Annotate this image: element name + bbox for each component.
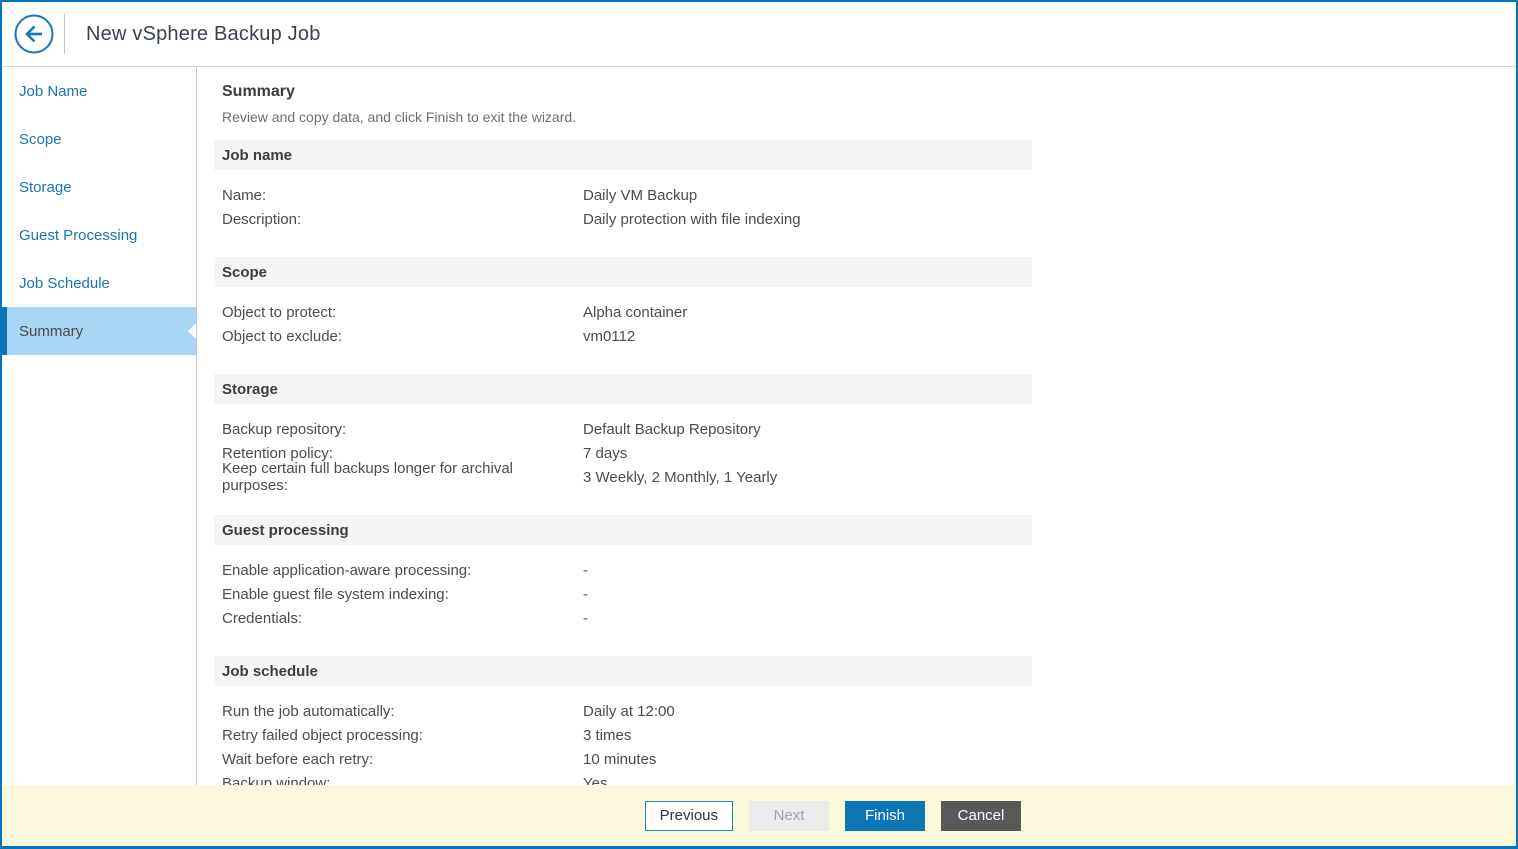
row-value: Daily protection with file indexing [583, 210, 801, 228]
summary-sections: Job name Name: Daily VM Backup Descripti… [214, 140, 1516, 785]
section-header-label: Storage [222, 380, 278, 398]
row-label: Enable application-aware processing: [222, 561, 472, 579]
sidebar-item-label: Scope [19, 130, 62, 148]
section-header-label: Job name [222, 146, 293, 164]
row-value: Daily at 12:00 [583, 702, 675, 720]
section-header-label: Job schedule [222, 662, 318, 680]
row-label: Credentials: [222, 609, 303, 627]
sidebar-item-scope[interactable]: Scope [2, 115, 196, 163]
section-rows: Enable application-aware processing: - E… [214, 545, 1032, 643]
section-rows: Run the job automatically: Daily at 12:0… [214, 686, 1032, 786]
next-button: Next [749, 800, 829, 831]
summary-row: Enable guest file system indexing: - [222, 582, 1032, 606]
section-rows: Backup repository: Default Backup Reposi… [214, 404, 1032, 502]
section-job-schedule: Job schedule Run the job automatically: … [214, 656, 1516, 785]
section-header-bar: Scope [214, 257, 1032, 287]
wizard-steps-sidebar: Job Name Scope Storage Guest Processing … [2, 67, 197, 785]
row-value: - [583, 561, 588, 579]
section-scope: Scope Object to protect: Alpha container… [214, 257, 1516, 361]
sidebar-item-guest-processing[interactable]: Guest Processing [2, 211, 196, 259]
row-value: - [583, 585, 588, 603]
summary-row: Object to protect: Alpha container [222, 300, 1032, 324]
previous-button[interactable]: Previous [644, 800, 733, 831]
back-button[interactable] [13, 13, 55, 55]
row-label: Keep certain full backups longer for arc… [222, 460, 513, 494]
row-value: 10 minutes [583, 750, 657, 768]
row-value: 7 days [583, 444, 628, 462]
section-header-bar: Job schedule [214, 656, 1032, 686]
section-job-name: Job name Name: Daily VM Backup Descripti… [214, 140, 1516, 244]
row-value: - [583, 609, 588, 627]
summary-content: Summary Review and copy data, and click … [197, 67, 1516, 785]
summary-row: Enable application-aware processing: - [222, 558, 1032, 582]
row-label: Wait before each retry: [222, 750, 374, 768]
cancel-button[interactable]: Cancel [941, 800, 1021, 831]
row-label: Backup repository: [222, 420, 347, 438]
sidebar-item-label: Job Schedule [19, 274, 110, 292]
row-label: Backup window: [222, 774, 331, 786]
row-label: Object to exclude: [222, 327, 343, 345]
summary-row: Object to exclude: vm0112 [222, 324, 1032, 348]
row-value: Yes [583, 774, 608, 786]
footer-buttons: Previous Next Finish Cancel [214, 800, 1032, 831]
row-value: vm0112 [583, 327, 636, 345]
wizard-footer: Previous Next Finish Cancel [2, 785, 1516, 846]
sidebar-item-summary[interactable]: Summary [2, 307, 196, 355]
row-label: Run the job automatically: [222, 702, 395, 720]
sidebar-item-job-schedule[interactable]: Job Schedule [2, 259, 196, 307]
row-label: Enable guest file system indexing: [222, 585, 449, 603]
row-label: Retry failed object processing: [222, 726, 423, 744]
finish-button[interactable]: Finish [845, 800, 925, 831]
section-header-bar: Storage [214, 374, 1032, 404]
wizard-header: New vSphere Backup Job [2, 2, 1516, 67]
wizard-window: New vSphere Backup Job Job Name Scope St… [0, 0, 1518, 849]
sidebar-item-label: Storage [19, 178, 72, 196]
section-header-label: Guest processing [222, 521, 349, 539]
summary-row: Name: Daily VM Backup [222, 183, 1032, 207]
page-title: New vSphere Backup Job [86, 22, 321, 45]
summary-row: Wait before each retry: 10 minutes [222, 747, 1032, 771]
sidebar-item-label: Job Name [19, 82, 88, 100]
row-value: 3 Weekly, 2 Monthly, 1 Yearly [583, 468, 778, 486]
row-value: 3 times [583, 726, 632, 744]
row-value: Default Backup Repository [583, 420, 761, 438]
section-guest-processing: Guest processing Enable application-awar… [214, 515, 1516, 643]
section-rows: Object to protect: Alpha container Objec… [214, 287, 1032, 361]
step-subtitle: Review and copy data, and click Finish t… [222, 109, 577, 125]
summary-row: Run the job automatically: Daily at 12:0… [222, 699, 1032, 723]
step-title: Summary [222, 83, 295, 100]
sidebar-item-label: Guest Processing [19, 226, 138, 244]
row-value: Alpha container [583, 303, 688, 321]
row-label: Name: [222, 186, 267, 204]
section-header-bar: Job name [214, 140, 1032, 170]
sidebar-item-job-name[interactable]: Job Name [2, 67, 196, 115]
section-header-label: Scope [222, 263, 268, 281]
back-arrow-circle-icon [13, 13, 55, 55]
summary-row: Credentials: - [222, 606, 1032, 630]
sidebar-item-storage[interactable]: Storage [2, 163, 196, 211]
row-label: Description: [222, 210, 302, 228]
summary-row: Keep certain full backups longer for arc… [222, 460, 1032, 494]
wizard-body: Job Name Scope Storage Guest Processing … [2, 67, 1516, 785]
header-divider [64, 14, 65, 54]
row-label: Object to protect: [222, 303, 337, 321]
section-rows: Name: Daily VM Backup Description: Daily… [214, 170, 1032, 244]
row-value: Daily VM Backup [583, 186, 698, 204]
section-storage: Storage Backup repository: Default Backu… [214, 374, 1516, 502]
summary-row: Backup window: Yes [222, 771, 1032, 786]
row-label: Retention policy: [222, 444, 333, 462]
sidebar-item-label: Summary [19, 322, 84, 340]
summary-row: Description: Daily protection with file … [222, 207, 1032, 231]
summary-row: Retry failed object processing: 3 times [222, 723, 1032, 747]
section-header-bar: Guest processing [214, 515, 1032, 545]
summary-row: Backup repository: Default Backup Reposi… [222, 417, 1032, 441]
